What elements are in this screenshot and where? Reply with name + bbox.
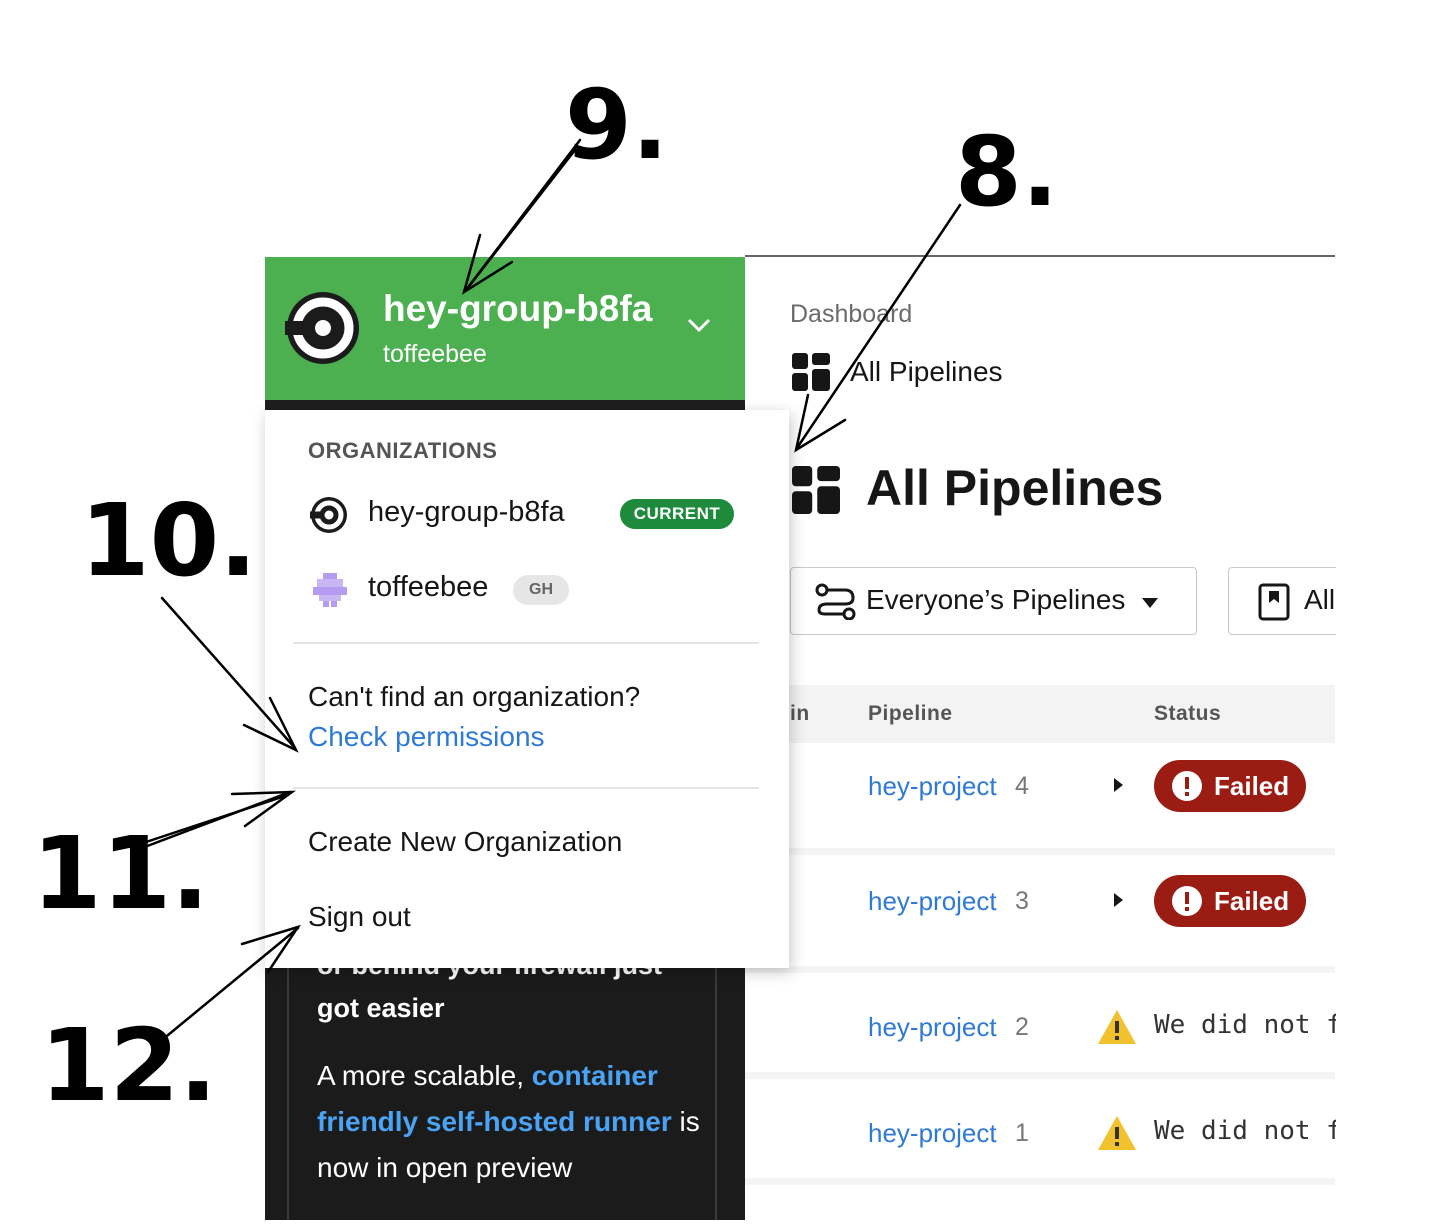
pipeline-project-link[interactable]: hey-project: [868, 886, 997, 917]
promo-title: got easier: [317, 993, 445, 1023]
status-message: We did not f: [1154, 1116, 1342, 1146]
org-item-toffeebee[interactable]: toffeebee: [368, 571, 488, 604]
pipeline-number: 1: [1015, 1119, 1029, 1147]
pipeline-number: 4: [1015, 772, 1029, 800]
github-avatar-icon: [313, 573, 347, 607]
annotation-8: 8.: [955, 116, 1058, 228]
bookmark-icon: [1258, 583, 1290, 621]
row-separator: [745, 966, 1335, 973]
sign-out-item[interactable]: Sign out: [308, 901, 411, 933]
table-header: [745, 685, 1335, 743]
circleci-logo-icon: [310, 497, 347, 533]
circleci-logo-icon: [285, 292, 359, 364]
org-username: toffeebee: [383, 340, 487, 368]
warning-icon: [1098, 1010, 1136, 1044]
github-badge: GH: [513, 575, 569, 605]
menu-divider: [293, 642, 759, 644]
column-header-pipeline: Pipeline: [868, 702, 953, 725]
promo-body: A more scalable, container friendly self…: [317, 1053, 707, 1191]
promo-body-prefix: A more scalable,: [317, 1060, 532, 1091]
pipeline-filter-icon: [815, 583, 856, 620]
pipeline-project-link[interactable]: hey-project: [868, 771, 997, 802]
pipeline-project-link[interactable]: hey-project: [868, 1118, 997, 1149]
org-name[interactable]: hey-group-b8fa: [383, 288, 652, 330]
cant-find-org-text: Can't find an organization?: [308, 681, 641, 712]
current-badge: CURRENT: [620, 499, 734, 529]
expand-arrow-icon[interactable]: [1112, 777, 1124, 793]
row-separator: [745, 1072, 1335, 1079]
organizations-heading: ORGANIZATIONS: [308, 438, 498, 463]
breadcrumb-title: All Pipelines: [850, 356, 1003, 387]
create-organization-item[interactable]: Create New Organization: [308, 826, 622, 858]
caret-down-icon[interactable]: [1142, 598, 1158, 608]
row-separator: [745, 1178, 1335, 1185]
chevron-down-icon[interactable]: [686, 316, 712, 334]
column-header-status: Status: [1154, 702, 1222, 725]
pipeline-number: 3: [1015, 887, 1029, 915]
org-item-hey-group[interactable]: hey-group-b8fa: [368, 496, 565, 529]
error-icon: [1172, 886, 1202, 916]
pipeline-number: 2: [1015, 1013, 1029, 1041]
branch-filter-label[interactable]: All: [1304, 584, 1335, 616]
annotation-9: 9.: [565, 69, 668, 181]
page-title: All Pipelines: [866, 460, 1164, 516]
annotation-12: 12.: [40, 1007, 217, 1124]
status-label: Failed: [1214, 886, 1290, 916]
warning-icon: [1098, 1116, 1136, 1150]
breadcrumb[interactable]: Dashboard: [790, 300, 912, 329]
pipelines-filter-label[interactable]: Everyone’s Pipelines: [866, 584, 1125, 616]
header-divider: [265, 400, 745, 410]
status-message: We did not f: [1154, 1010, 1342, 1040]
expand-arrow-icon[interactable]: [1112, 892, 1124, 908]
pipelines-grid-icon: [792, 466, 840, 514]
menu-divider: [293, 787, 759, 789]
check-permissions-link[interactable]: Check permissions: [308, 721, 545, 753]
annotation-10: 10.: [80, 482, 257, 599]
error-icon: [1172, 771, 1202, 801]
app-top-border: [745, 255, 1335, 257]
pipeline-project-link[interactable]: hey-project: [868, 1012, 997, 1043]
status-label: Failed: [1214, 771, 1290, 801]
dashboard-grid-icon: [792, 353, 830, 391]
column-header-branch: in: [790, 702, 810, 725]
annotation-11: 11.: [32, 815, 209, 932]
row-separator: [745, 848, 1335, 855]
crop-edge: [1336, 250, 1438, 1230]
